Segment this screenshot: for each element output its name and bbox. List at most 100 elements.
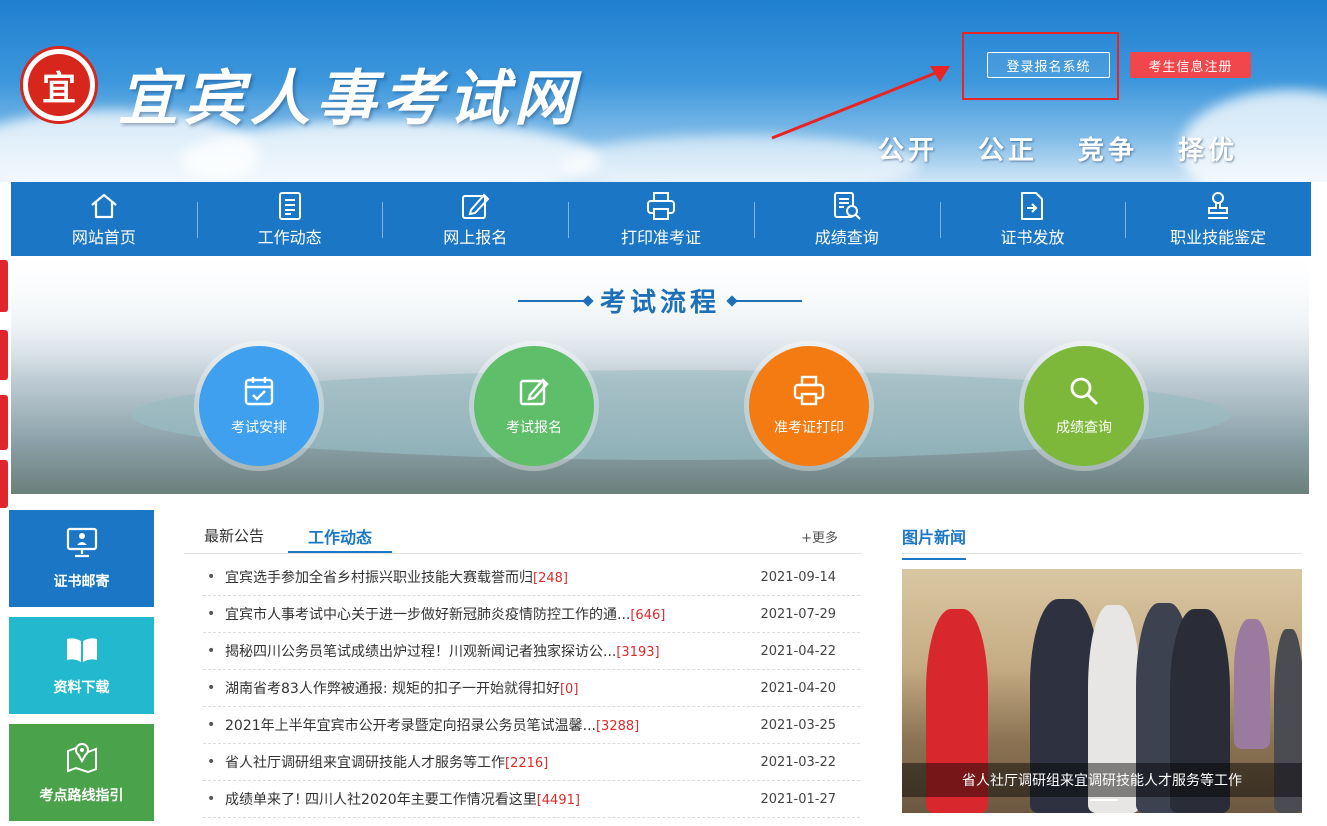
view-count: [0] — [559, 682, 579, 697]
main-nav: 网站首页 工作动态 网上报名 打印准考证 成绩查询 证书发放 职业技能鉴定 — [11, 182, 1311, 256]
slogan-word: 公开 — [878, 136, 939, 166]
site-title: 宜宾人事考试网 — [118, 64, 580, 134]
nav-item-certificate[interactable]: 证书发放 — [939, 182, 1126, 256]
search-document-icon — [830, 190, 864, 222]
news-title-wrap[interactable]: 湖南省考83人作弊被通报: 规矩的扣子一开始就得扣好[0] — [225, 678, 760, 698]
side-float-tab[interactable] — [0, 460, 8, 508]
block-label: 资料下载 — [53, 679, 110, 696]
nav-label: 打印准考证 — [621, 228, 702, 247]
news-title[interactable]: 成绩单来了! 四川人社2020年主要工作情况看这里 — [225, 792, 537, 808]
candidate-register-button[interactable]: 考生信息注册 — [1130, 52, 1251, 78]
news-title-wrap[interactable]: 2021年上半年宜宾市公开考录暨定向招录公务员笔试温馨...[3288] — [225, 715, 760, 735]
view-count: [4491] — [536, 793, 580, 808]
bullet: • — [207, 643, 216, 659]
slogan-word: 公正 — [978, 136, 1039, 166]
nav-label: 职业技能鉴定 — [1170, 228, 1267, 247]
tab-latest-notice[interactable]: 最新公告 — [204, 525, 264, 546]
login-registration-system-button[interactable]: 登录报名系统 — [987, 52, 1110, 78]
list-item[interactable]: • 湖南省考83人作弊被通报: 规矩的扣子一开始就得扣好[0] 2021-04-… — [203, 670, 860, 707]
calendar-check-icon — [243, 375, 275, 411]
flow-step-exam-registration[interactable]: 考试报名 — [474, 346, 594, 466]
title-line-left — [517, 299, 590, 302]
view-count: [248] — [533, 571, 568, 586]
news-title-wrap[interactable]: 省人社厅调研组来宜调研技能人才服务等工作[2216] — [225, 752, 760, 772]
news-date: 2021-04-20 — [760, 680, 836, 696]
more-link[interactable]: +更多 — [801, 527, 838, 546]
bullet: • — [207, 569, 216, 585]
slogan-word: 竞争 — [1078, 136, 1139, 166]
list-item[interactable]: • 成绩单来了! 四川人社2020年主要工作情况看这里[4491] 2021-0… — [203, 781, 860, 818]
news-date: 2021-07-29 — [760, 606, 836, 622]
news-date: 2021-03-22 — [760, 754, 836, 770]
list-item[interactable]: • 2021年上半年宜宾市公开考录暨定向招录公务员笔试温馨...[3288] 2… — [203, 707, 860, 744]
nav-label: 工作动态 — [257, 228, 322, 247]
news-date: 2021-04-22 — [760, 643, 836, 659]
nav-item-score-query[interactable]: 成绩查询 — [753, 182, 940, 256]
list-item[interactable]: • 宜宾市人事考试中心关于进一步做好新冠肺炎疫情防控工作的通...[646] 2… — [203, 596, 860, 633]
news-title-wrap[interactable]: 宜宾选手参加全省乡村振兴职业技能大赛载誉而归[248] — [225, 567, 760, 587]
book-icon — [64, 635, 100, 669]
flow-step-exam-schedule[interactable]: 考试安排 — [199, 346, 319, 466]
exam-process-title: 考试流程 — [11, 282, 1309, 319]
bullet: • — [207, 754, 216, 770]
monitor-user-icon — [65, 527, 99, 563]
nav-item-skill-appraisal[interactable]: 职业技能鉴定 — [1125, 182, 1311, 256]
nav-item-online-registration[interactable]: 网上报名 — [382, 182, 568, 256]
news-title-wrap[interactable]: 宜宾市人事考试中心关于进一步做好新冠肺炎疫情防控工作的通...[646] — [225, 604, 760, 624]
map-pin-icon — [65, 741, 99, 777]
picture-news-image[interactable]: 省人社厅调研组来宜调研技能人才服务等工作 — [902, 569, 1302, 813]
bullet: • — [207, 717, 216, 733]
site-header: 宜 宜宾人事考试网 登录报名系统 考生信息注册 公开 公正 竞争 择优 — [0, 0, 1327, 182]
list-item[interactable]: • 省人社厅调研组来宜调研技能人才服务等工作[2216] 2021-03-22 — [203, 744, 860, 781]
picture-news-caption: 省人社厅调研组来宜调研技能人才服务等工作 — [902, 763, 1302, 797]
picture-news-header: 图片新闻 — [902, 514, 1302, 560]
news-date: 2021-09-14 — [760, 569, 836, 585]
news-date: 2021-03-25 — [760, 717, 836, 733]
flow-step-label: 成绩查询 — [1056, 420, 1112, 436]
news-title[interactable]: 湖南省考83人作弊被通报: 规矩的扣子一开始就得扣好 — [225, 681, 560, 697]
news-title[interactable]: 宜宾选手参加全省乡村振兴职业技能大赛载誉而归 — [225, 570, 533, 586]
view-count: [3193] — [616, 645, 660, 660]
news-title[interactable]: 揭秘四川公务员笔试成绩出炉过程！川观新闻记者独家探访公... — [225, 644, 616, 660]
logo-emblem-char: 宜 — [28, 54, 90, 116]
flow-step-label: 准考证打印 — [774, 420, 844, 436]
list-item[interactable]: • 宜宾选手参加全省乡村振兴职业技能大赛载誉而归[248] 2021-09-14 — [203, 559, 860, 596]
flow-step-score-query[interactable]: 成绩查询 — [1024, 346, 1144, 466]
news-title[interactable]: 省人社厅调研组来宜调研技能人才服务等工作 — [225, 755, 505, 771]
news-list: • 宜宾选手参加全省乡村振兴职业技能大赛载誉而归[248] 2021-09-14… — [203, 559, 860, 818]
side-float-tab[interactable] — [0, 395, 8, 450]
news-tabs: 最新公告 工作动态 +更多 — [184, 514, 862, 554]
news-title-wrap[interactable]: 揭秘四川公务员笔试成绩出炉过程！川观新闻记者独家探访公...[3193] — [225, 641, 760, 661]
nav-item-home[interactable]: 网站首页 — [11, 182, 197, 256]
nav-item-work-news[interactable]: 工作动态 — [196, 182, 383, 256]
slogan-word: 择优 — [1178, 136, 1239, 166]
list-item[interactable]: • 揭秘四川公务员笔试成绩出炉过程！川观新闻记者独家探访公...[3193] 2… — [203, 633, 860, 670]
side-float-tab[interactable] — [0, 260, 8, 312]
news-title[interactable]: 2021年上半年宜宾市公开考录暨定向招录公务员笔试温馨... — [225, 718, 596, 734]
news-title-wrap[interactable]: 成绩单来了! 四川人社2020年主要工作情况看这里[4491] — [225, 789, 760, 809]
exam-site-route-block[interactable]: 考点路线指引 — [9, 724, 154, 821]
slide-indicator[interactable] — [1090, 799, 1118, 801]
block-label: 考点路线指引 — [39, 787, 124, 804]
side-float-tab[interactable] — [0, 330, 8, 380]
picture-news-title[interactable]: 图片新闻 — [902, 524, 967, 560]
edit-icon — [458, 190, 492, 222]
site-logo[interactable]: 宜 — [20, 46, 98, 124]
nav-item-print-admission[interactable]: 打印准考证 — [568, 182, 754, 256]
edit-icon — [518, 375, 550, 411]
certificate-mail-block[interactable]: 证书邮寄 — [9, 510, 154, 607]
flow-step-label: 考试安排 — [231, 420, 287, 436]
flow-title-text: 考试流程 — [599, 288, 720, 318]
view-count: [646] — [630, 608, 666, 623]
bullet: • — [207, 606, 216, 622]
news-title[interactable]: 宜宾市人事考试中心关于进一步做好新冠肺炎疫情防控工作的通... — [225, 607, 630, 623]
nav-label: 证书发放 — [1000, 228, 1065, 247]
printer-icon — [644, 190, 678, 222]
home-icon — [87, 190, 121, 222]
nav-label: 成绩查询 — [814, 228, 879, 247]
flow-step-print-admission[interactable]: 准考证打印 — [749, 346, 869, 466]
material-download-block[interactable]: 资料下载 — [9, 617, 154, 714]
tab-work-news[interactable]: 工作动态 — [288, 514, 392, 553]
document-icon — [273, 190, 307, 222]
bullet: • — [207, 680, 216, 696]
